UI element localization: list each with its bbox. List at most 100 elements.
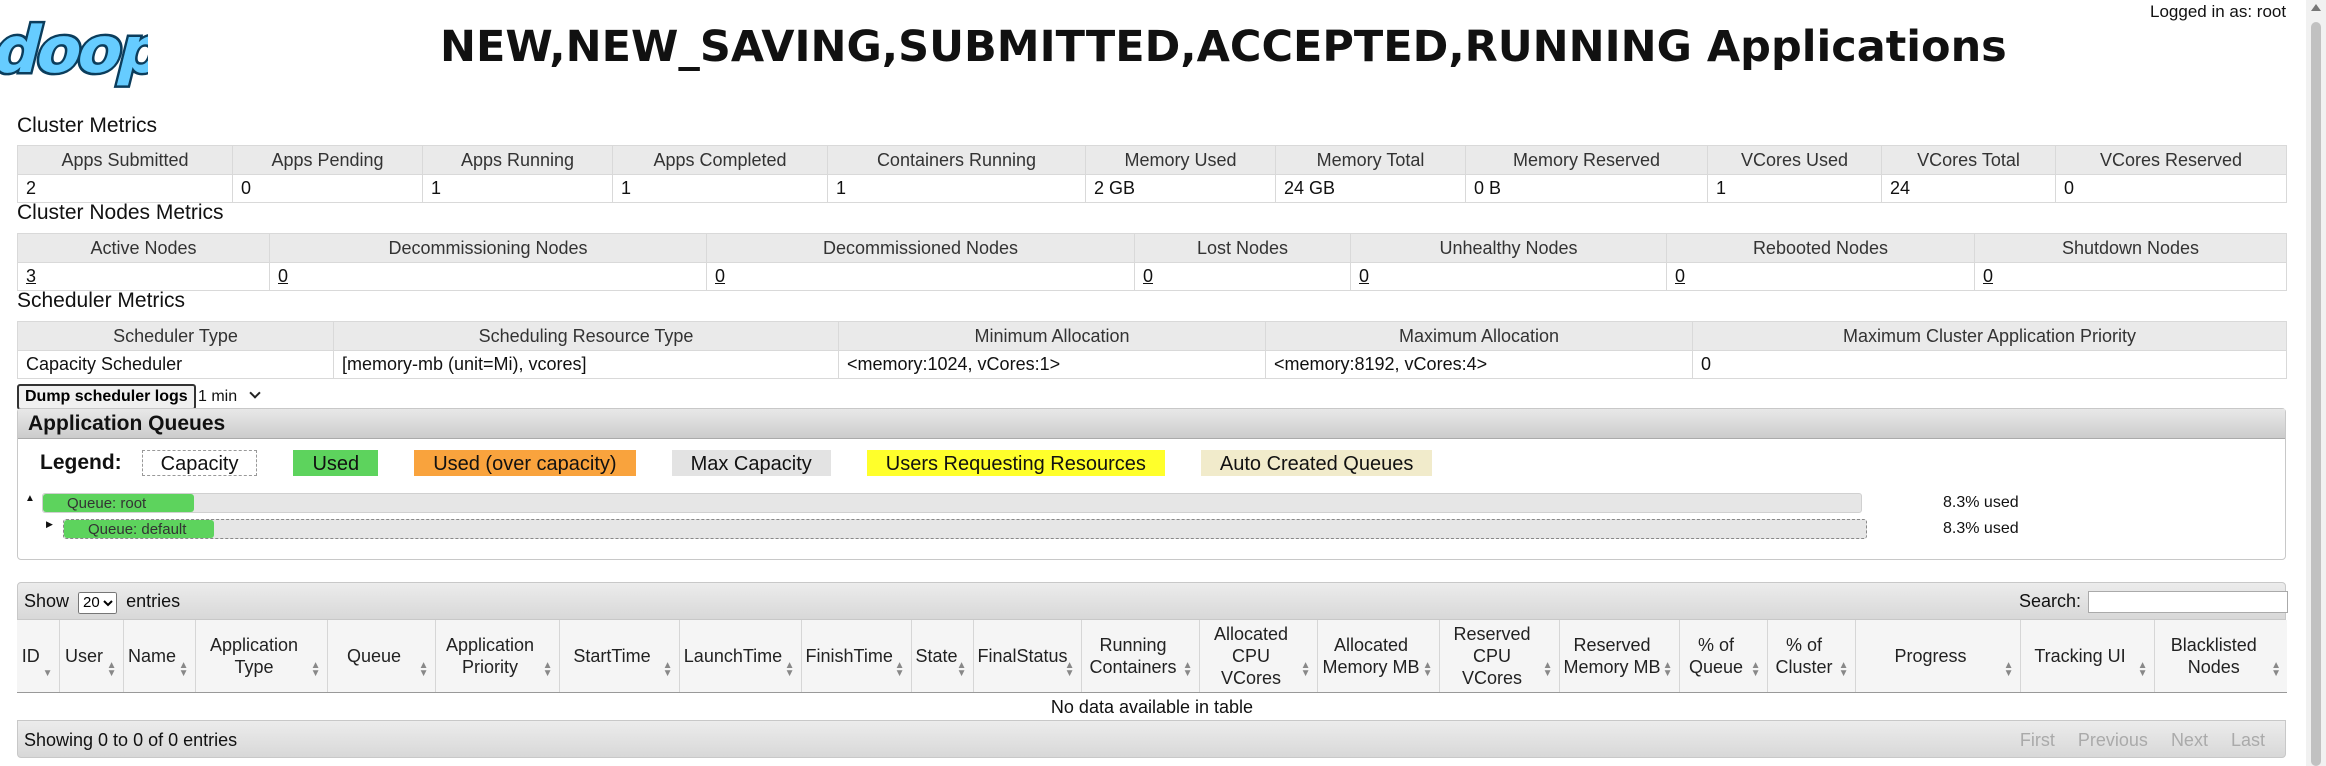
column-header-progress[interactable]: Progress ▲ ▼ [1855, 620, 2021, 693]
cluster-nodes-value-row: 3 0 0 0 0 0 0 [17, 262, 2287, 291]
pager-first[interactable]: First [2020, 730, 2055, 750]
sort-both-icon: ▲ ▼ [2003, 659, 2014, 679]
column-header-of-queue[interactable]: % of Queue ▲ ▼ [1679, 620, 1768, 693]
applications-empty-row: No data available in table [17, 692, 2287, 722]
cluster-nodes-header-active-nodes: Active Nodes [17, 233, 270, 263]
pager-last[interactable]: Last [2231, 730, 2265, 750]
cluster-metrics-value-apps-running: 1 [422, 174, 613, 203]
cluster-nodes-link-lost-nodes[interactable]: 0 [1143, 266, 1153, 286]
cluster-nodes-link-decommissioning-nodes[interactable]: 0 [278, 266, 288, 286]
cluster-metrics-header-apps-completed: Apps Completed [612, 145, 828, 175]
cluster-nodes-value-decommissioning-nodes: 0 [269, 262, 707, 291]
column-header-reserved-memory-mb[interactable]: Reserved Memory MB ▲ ▼ [1559, 620, 1680, 693]
application-queues-title: Application Queues [18, 409, 2285, 439]
queues-legend: Legend: Capacity Used Used (over capacit… [40, 449, 1468, 477]
sort-both-icon: ▲ ▼ [784, 659, 795, 679]
legend-used: Used [293, 450, 379, 476]
applications-header-row: ID ▼ User ▲ ▼ Name ▲ ▼ Application Type ▲ ▼ Queue ▲ ▼… [17, 620, 2287, 693]
legend-max-capacity: Max Capacity [671, 450, 831, 476]
queue-default-toggle-icon[interactable]: ▶ [46, 519, 53, 541]
cluster-metrics-value-row: 201112 GB 24 GB 0 B 1 24 0 [17, 174, 2287, 203]
column-header-blacklisted-nodes[interactable]: Blacklisted Nodes ▲ ▼ [2154, 620, 2287, 693]
search-control: Search: [2019, 591, 2289, 614]
column-header-running-containers[interactable]: Running Containers ▲ ▼ [1081, 620, 1200, 693]
scheduler-metrics-value-maximum-allocation: <memory:8192, vCores:4> [1265, 350, 1693, 379]
scheduler-metrics-header-row: Scheduler Type Scheduling Resource Type Mi… [17, 321, 2287, 351]
cluster-nodes-link-decommissioned-nodes[interactable]: 0 [715, 266, 725, 286]
scheduler-metrics-title: Scheduler Metrics [17, 289, 186, 312]
cluster-nodes-link-active-nodes[interactable]: 3 [26, 266, 36, 286]
legend-auto-created-queues: Auto Created Queues [1200, 450, 1433, 476]
cluster-nodes-header-unhealthy-nodes: Unhealthy Nodes [1350, 233, 1667, 263]
cluster-nodes-header-rebooted-nodes: Rebooted Nodes [1666, 233, 1975, 263]
queue-default-bar[interactable]: Queue: default [63, 519, 1867, 539]
queue-root-bar[interactable]: Queue: root [42, 493, 1862, 513]
cluster-metrics-header-memory-reserved: Memory Reserved [1465, 145, 1708, 175]
cluster-nodes-value-lost-nodes: 0 [1134, 262, 1351, 291]
column-header-id[interactable]: ID ▼ [17, 620, 60, 693]
sort-both-icon: ▲ ▼ [178, 659, 189, 679]
scrollbar-thumb[interactable] [2311, 22, 2321, 766]
cluster-metrics-value-containers-running: 1 [827, 174, 1086, 203]
queue-default-label: Queue: default [88, 521, 187, 538]
logo-text: doop [0, 14, 148, 88]
cluster-nodes-link-rebooted-nodes[interactable]: 0 [1675, 266, 1685, 286]
column-header-label: Allocated Memory MB [1322, 634, 1420, 677]
column-header-label: LaunchTime [683, 645, 783, 666]
sort-both-icon: ▲ ▼ [1422, 659, 1433, 679]
column-header-launchtime[interactable]: LaunchTime ▲ ▼ [679, 620, 802, 693]
column-header-state[interactable]: State ▲ ▼ [911, 620, 974, 693]
cluster-metrics-header-vcores-reserved: VCores Reserved [2055, 145, 2287, 175]
scroll-up-arrow[interactable] [2311, 4, 2321, 11]
scheduler-metrics-value-scheduler-type: Capacity Scheduler [17, 350, 334, 379]
dump-scheduler-logs-button[interactable]: Dump scheduler logs [17, 384, 196, 410]
hadoop-logo[interactable]: doop [0, 8, 148, 90]
dump-interval-select[interactable]: 1 min [198, 384, 261, 410]
column-header-finishtime[interactable]: FinishTime ▲ ▼ [801, 620, 912, 693]
column-header-finalstatus[interactable]: FinalStatus ▲ ▼ [973, 620, 1082, 693]
column-header-application-priority[interactable]: Application Priority ▲ ▼ [435, 620, 560, 693]
cluster-metrics-value-vcores-total: 24 [1881, 174, 2056, 203]
column-header-label: State [915, 645, 958, 666]
column-header-tracking-ui[interactable]: Tracking UI ▲ ▼ [2020, 620, 2155, 693]
pager-previous[interactable]: Previous [2078, 730, 2148, 750]
sort-both-icon: ▲ ▼ [1750, 659, 1761, 679]
sort-both-icon: ▲ ▼ [2271, 659, 2281, 679]
legend-label: Legend: [40, 451, 122, 474]
scheduler-metrics-value-scheduling-resource-type: [memory-mb (unit=Mi), vcores] [333, 350, 839, 379]
column-header-allocated-cpu-vcores[interactable]: Allocated CPU VCores ▲ ▼ [1199, 620, 1318, 693]
sort-both-icon: ▲ ▼ [662, 659, 673, 679]
column-header-of-cluster[interactable]: % of Cluster ▲ ▼ [1767, 620, 1856, 693]
queue-root-label: Queue: root [67, 495, 147, 512]
column-header-user[interactable]: User ▲ ▼ [59, 620, 124, 693]
cluster-metrics-value-apps-pending: 0 [232, 174, 423, 203]
column-header-starttime[interactable]: StartTime ▲ ▼ [559, 620, 680, 693]
cluster-nodes-value-active-nodes: 3 [17, 262, 270, 291]
scheduler-metrics-value-minimum-allocation: <memory:1024, vCores:1> [838, 350, 1266, 379]
cluster-nodes-link-unhealthy-nodes[interactable]: 0 [1359, 266, 1369, 286]
pager-next[interactable]: Next [2171, 730, 2208, 750]
sort-both-icon: ▲ ▼ [1662, 659, 1673, 679]
column-header-application-type[interactable]: Application Type ▲ ▼ [195, 620, 328, 693]
legend-users-requesting-resources: Users Requesting Resources [866, 450, 1165, 476]
vertical-scrollbar[interactable] [2306, 0, 2326, 766]
page-size-select[interactable]: 20 [78, 591, 118, 614]
queue-root-toggle-icon[interactable]: ▲ [25, 493, 35, 515]
column-header-allocated-memory-mb[interactable]: Allocated Memory MB ▲ ▼ [1317, 620, 1440, 693]
dump-interval-value: 1 min [198, 388, 238, 405]
cluster-metrics-header-memory-used: Memory Used [1085, 145, 1276, 175]
cluster-nodes-header-decommissioned-nodes: Decommissioned Nodes [706, 233, 1135, 263]
entries-label: entries [126, 591, 181, 611]
applications-table: ID ▼ User ▲ ▼ Name ▲ ▼ Application Type ▲ ▼ Queue ▲ ▼… [17, 620, 2287, 722]
cluster-nodes-link-shutdown-nodes[interactable]: 0 [1983, 266, 1993, 286]
cluster-metrics-header-apps-pending: Apps Pending [232, 145, 423, 175]
column-header-queue[interactable]: Queue ▲ ▼ [327, 620, 436, 693]
column-header-name[interactable]: Name ▲ ▼ [123, 620, 196, 693]
apps-table-toolbar: Show 20 entries Search: [17, 582, 2289, 620]
search-input[interactable] [2088, 591, 2289, 614]
column-header-reserved-cpu-vcores[interactable]: Reserved CPU VCores ▲ ▼ [1439, 620, 1560, 693]
cluster-metrics-header-row: Apps Submitted Apps Pending Apps Running Ap… [17, 145, 2287, 175]
cluster-nodes-header-decommissioning-nodes: Decommissioning Nodes [269, 233, 707, 263]
cluster-metrics-table: Apps Submitted Apps Pending Apps Running Ap… [17, 145, 2287, 203]
sort-both-icon: ▲ ▼ [1838, 659, 1849, 679]
